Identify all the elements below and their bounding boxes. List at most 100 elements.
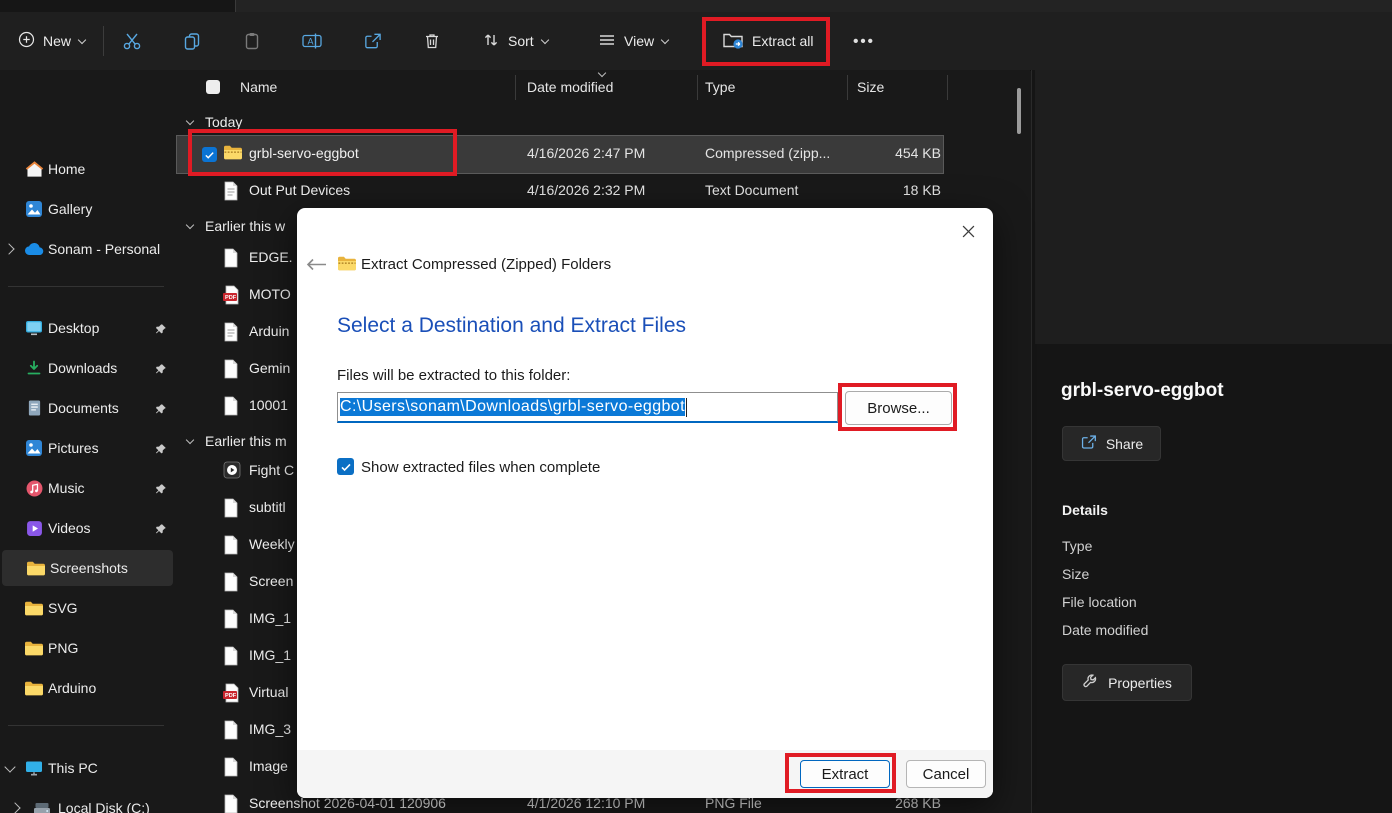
file-name: Out Put Devices [249, 182, 351, 198]
close-icon[interactable] [953, 216, 983, 246]
column-header-name[interactable]: Name [240, 70, 277, 104]
group-label: Earlier this m [205, 433, 287, 449]
zip-folder-icon [337, 255, 357, 271]
copy-icon[interactable] [178, 27, 206, 55]
sidebar-item-label: Pictures [48, 440, 99, 456]
file-name: Virtual [249, 684, 289, 700]
sidebar-item-videos[interactable]: Videos [0, 510, 175, 546]
sidebar-item-downloads[interactable]: Downloads [0, 350, 175, 386]
sidebar-item-label: SVG [48, 600, 78, 616]
navigation-pane: Home Gallery Sonam - Personal Desktop Do… [0, 70, 178, 813]
file-icon [223, 646, 243, 666]
sidebar-item-label: Home [48, 161, 86, 177]
sidebar-item-screenshots[interactable]: Screenshots [2, 550, 173, 586]
column-divider[interactable] [697, 75, 698, 100]
file-icon [223, 248, 243, 268]
sidebar-item-local-disk-c[interactable]: Local Disk (C:) [0, 790, 175, 813]
chevron-down-icon [540, 35, 549, 44]
row-checkbox-checked[interactable] [202, 147, 217, 162]
title-bar [0, 0, 1392, 12]
file-row-grbl-servo-eggbot[interactable]: grbl-servo-eggbot 4/16/2026 2:47 PM Comp… [176, 135, 944, 174]
sidebar-item-arduino[interactable]: Arduino [0, 670, 175, 706]
sidebar-item-desktop[interactable]: Desktop [0, 310, 175, 346]
cut-icon[interactable] [118, 27, 146, 55]
destination-path-input[interactable]: C:\Users\sonam\Downloads\grbl-servo-eggb… [337, 392, 838, 423]
text-document-icon [223, 181, 243, 201]
details-title: grbl-servo-eggbot [1061, 380, 1224, 401]
column-header-type[interactable]: Type [705, 70, 735, 104]
sidebar-divider [8, 725, 164, 726]
details-heading: Details [1062, 502, 1108, 518]
properties-button-label: Properties [1108, 674, 1172, 691]
delete-icon[interactable] [418, 27, 446, 55]
select-all-checkbox[interactable] [206, 80, 220, 94]
column-header-size[interactable]: Size [857, 70, 884, 104]
chevron-down-icon [77, 35, 87, 44]
sidebar-item-label: Downloads [48, 360, 118, 376]
sidebar-item-pictures[interactable]: Pictures [0, 430, 175, 466]
pictures-icon [24, 438, 44, 458]
file-row-out-put-devices[interactable]: Out Put Devices 4/16/2026 2:32 PM Text D… [177, 173, 943, 210]
wrench-icon [1082, 673, 1099, 693]
details-pane: grbl-servo-eggbot Share Details Type Siz… [1031, 70, 1392, 813]
sidebar-item-svg[interactable]: SVG [0, 590, 175, 626]
sidebar-item-documents[interactable]: Documents [0, 390, 175, 426]
cancel-button[interactable]: Cancel [906, 760, 986, 788]
music-icon [24, 478, 44, 498]
text-cursor [685, 397, 688, 417]
properties-button[interactable]: Properties [1062, 664, 1192, 701]
file-name: 10001 [249, 397, 288, 413]
sidebar-item-this-pc[interactable]: This PC [0, 750, 175, 786]
sidebar-item-label: Gallery [48, 201, 93, 217]
sidebar-item-gallery[interactable]: Gallery [0, 191, 175, 227]
file-date: 4/16/2026 2:32 PM [527, 182, 646, 198]
zip-folder-icon [223, 144, 243, 164]
extract-all-button[interactable]: Extract all [712, 23, 823, 59]
view-icon [598, 33, 616, 50]
sort-button[interactable]: Sort [472, 23, 558, 59]
rename-icon[interactable]: A [298, 27, 326, 55]
file-name: IMG_1 [249, 647, 292, 663]
command-toolbar: New A Sort View Extract all ••• [0, 12, 1392, 71]
sidebar-item-music[interactable]: Music [0, 470, 175, 506]
column-divider[interactable] [515, 75, 516, 100]
file-name: Image [249, 758, 288, 774]
sidebar-item-onedrive[interactable]: Sonam - Personal [0, 231, 175, 267]
video-file-icon [223, 461, 243, 481]
sidebar-item-label: Screenshots [50, 560, 128, 576]
file-icon [223, 396, 243, 416]
file-name: Screen [249, 573, 294, 589]
sidebar-item-label: Documents [48, 400, 119, 416]
file-icon [223, 498, 243, 518]
sidebar-item-label: This PC [48, 760, 98, 776]
text-document-icon [223, 322, 243, 342]
new-button[interactable]: New [8, 23, 95, 59]
browse-button-label: Browse... [867, 399, 930, 417]
sort-button-label: Sort [508, 33, 534, 49]
pin-icon [155, 362, 167, 374]
show-extracted-checkbox[interactable] [337, 458, 354, 475]
sidebar-item-png[interactable]: PNG [0, 630, 175, 666]
file-name: Fight C [249, 462, 295, 478]
column-divider[interactable] [847, 75, 848, 100]
share-icon[interactable] [358, 27, 386, 55]
home-icon [24, 159, 44, 179]
extract-button[interactable]: Extract [800, 760, 890, 788]
pin-icon [155, 482, 167, 494]
browse-button[interactable]: Browse... [845, 391, 952, 425]
share-button-label: Share [1105, 435, 1144, 452]
sidebar-item-home[interactable]: Home [0, 151, 175, 187]
column-divider[interactable] [947, 75, 948, 100]
more-options-icon[interactable]: ••• [850, 27, 878, 55]
vertical-scrollbar[interactable] [1017, 88, 1021, 134]
chevron-down-icon [185, 220, 195, 229]
file-name: subtitl [249, 499, 286, 515]
view-button[interactable]: View [588, 23, 678, 59]
file-name: grbl-servo-eggbot [249, 145, 359, 161]
back-arrow-icon[interactable] [299, 252, 333, 276]
column-header-date-modified[interactable]: Date modified [527, 70, 613, 104]
folder-icon [24, 598, 44, 618]
sidebar-divider [8, 286, 164, 287]
share-button[interactable]: Share [1062, 426, 1161, 461]
paste-icon[interactable] [238, 27, 266, 55]
